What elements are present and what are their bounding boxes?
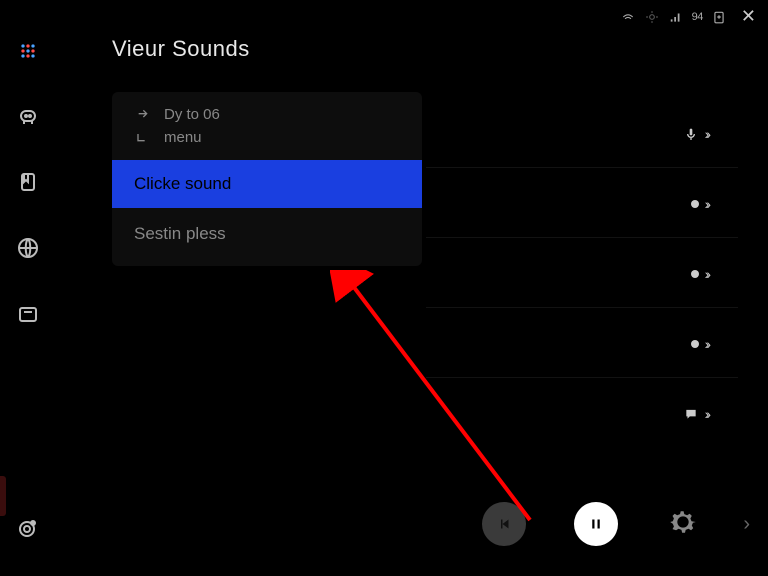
dy-line: Dy to 06: [164, 106, 220, 123]
card-top[interactable]: Dy to 06 menu: [112, 92, 422, 160]
list-item[interactable]: ››: [426, 100, 738, 168]
close-icon[interactable]: ✕: [741, 6, 756, 27]
pause-button[interactable]: [574, 502, 618, 546]
chevron-icon: ››: [705, 196, 708, 212]
secondary-item[interactable]: Sestin pless: [112, 208, 422, 266]
settings-panel: Vieur Sounds Dy to 06 menu Clicke sound …: [112, 36, 422, 266]
list-item[interactable]: ››: [426, 380, 738, 448]
wifi-icon: [620, 10, 636, 24]
selected-item[interactable]: Clicke sound: [112, 160, 422, 208]
dot-icon: [691, 200, 699, 208]
robot-icon[interactable]: [16, 104, 40, 128]
chevron-icon: ››: [705, 266, 708, 282]
settings-card: Dy to 06 menu Clicke sound Sestin pless: [112, 92, 422, 266]
battery-icon: [711, 10, 727, 24]
bookmark-icon[interactable]: [16, 170, 40, 194]
list-item[interactable]: ››: [426, 310, 738, 378]
status-bar: 94 ✕: [620, 6, 756, 27]
chevron-icon: ››: [705, 336, 708, 352]
network-label: 94: [692, 11, 703, 23]
globe-icon[interactable]: [16, 236, 40, 260]
sidebar-accent: [0, 476, 6, 516]
panel-title: Vieur Sounds: [112, 36, 422, 62]
next-icon[interactable]: ›: [743, 513, 750, 536]
share-icon: [134, 107, 150, 123]
settings-button[interactable]: [666, 505, 700, 544]
chat-icon: [683, 407, 699, 421]
apps-icon[interactable]: [17, 40, 39, 62]
corner-icon: [134, 130, 150, 146]
right-list: ›› ›› ›› ›› ››: [426, 100, 738, 448]
dot-icon: [691, 270, 699, 278]
list-item[interactable]: ››: [426, 170, 738, 238]
mic-icon: [683, 126, 699, 142]
menu-line: menu: [164, 129, 202, 146]
camera-icon[interactable]: [16, 516, 40, 540]
chevron-icon: ››: [705, 126, 708, 142]
chevron-icon: ››: [705, 406, 708, 422]
footer-controls: ›: [426, 502, 756, 546]
signal-icon: [668, 10, 684, 24]
prev-button[interactable]: [482, 502, 526, 546]
folder-icon[interactable]: [16, 302, 40, 326]
list-item[interactable]: ››: [426, 240, 738, 308]
location-icon: [644, 10, 660, 24]
sidebar: [0, 30, 56, 576]
dot-icon: [691, 340, 699, 348]
